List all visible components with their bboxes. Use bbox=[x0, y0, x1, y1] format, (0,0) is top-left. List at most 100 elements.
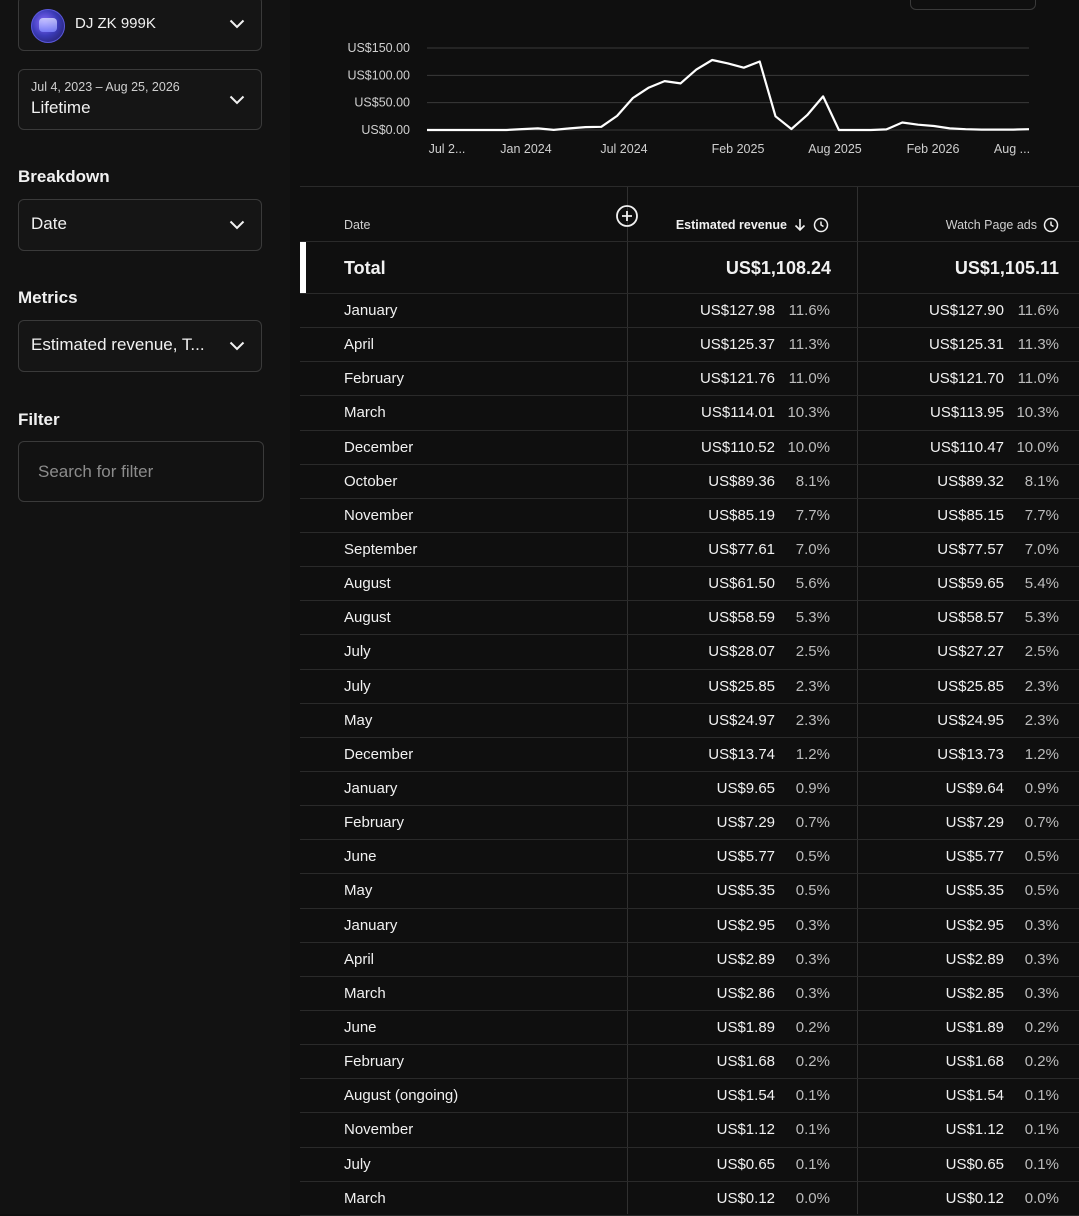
filter-label: Filter bbox=[18, 410, 60, 429]
x-tick-label: Jan 2024 bbox=[500, 142, 551, 156]
table-row[interactable]: April US$2.89 0.3% US$2.89 0.3% bbox=[300, 943, 1079, 977]
table-row[interactable]: May US$24.97 2.3% US$24.95 2.3% bbox=[300, 704, 1079, 738]
row-revenue-percent: 0.9% bbox=[795, 779, 830, 797]
table-row[interactable]: July US$0.65 0.1% US$0.65 0.1% bbox=[300, 1148, 1079, 1182]
table-row[interactable]: January US$9.65 0.9% US$9.64 0.9% bbox=[300, 772, 1079, 807]
row-date-label: January bbox=[344, 916, 398, 934]
row-date-label: February bbox=[344, 370, 405, 388]
channel-avatar bbox=[31, 9, 65, 43]
header-date[interactable]: Date bbox=[344, 218, 370, 232]
row-revenue-percent: 0.1% bbox=[795, 1121, 830, 1139]
x-tick-label: Feb 2025 bbox=[712, 142, 765, 156]
row-revenue-percent: 8.1% bbox=[795, 472, 830, 490]
row-watch-page-ads: US$77.57 bbox=[937, 540, 1004, 558]
filter-search-input[interactable] bbox=[18, 441, 264, 502]
row-watch-page-ads: US$9.64 bbox=[945, 779, 1004, 797]
row-revenue-percent: 10.3% bbox=[787, 404, 830, 422]
row-watch-page-ads-percent: 7.7% bbox=[1024, 506, 1059, 524]
channel-selector[interactable]: DJ ZK 999K bbox=[18, 0, 262, 51]
table-row[interactable]: August US$58.59 5.3% US$58.57 5.3% bbox=[300, 601, 1079, 636]
table-row[interactable]: July US$28.07 2.5% US$27.27 2.5% bbox=[300, 635, 1079, 670]
total-revenue: US$1,108.24 bbox=[725, 258, 831, 278]
row-watch-page-ads: US$27.27 bbox=[937, 643, 1004, 661]
clock-icon bbox=[813, 217, 829, 233]
header-watch-page-ads[interactable]: Watch Page ads bbox=[946, 217, 1059, 233]
row-date-label: July bbox=[344, 1155, 371, 1173]
row-watch-page-ads-percent: 0.3% bbox=[1024, 950, 1059, 968]
breakdown-value: Date bbox=[31, 214, 67, 233]
row-date-label: February bbox=[344, 1053, 405, 1071]
table-row[interactable]: March US$114.01 10.3% US$113.95 10.3% bbox=[300, 396, 1079, 431]
row-revenue-percent: 0.1% bbox=[795, 1155, 830, 1173]
x-tick-label: Feb 2026 bbox=[907, 142, 960, 156]
row-watch-page-ads: US$1.68 bbox=[945, 1053, 1004, 1071]
row-watch-page-ads-percent: 0.2% bbox=[1024, 1053, 1059, 1071]
row-revenue-percent: 10.0% bbox=[787, 438, 830, 456]
table-row[interactable]: February US$121.76 11.0% US$121.70 11.0% bbox=[300, 362, 1079, 397]
chart-series bbox=[427, 58, 1030, 132]
table-row[interactable]: October US$89.36 8.1% US$89.32 8.1% bbox=[300, 465, 1079, 499]
row-revenue: US$114.01 bbox=[701, 404, 775, 422]
row-watch-page-ads: US$25.85 bbox=[937, 677, 1004, 695]
row-watch-page-ads-percent: 10.0% bbox=[1016, 438, 1059, 456]
y-tick-label: US$0.00 bbox=[361, 123, 410, 137]
row-watch-page-ads: US$85.15 bbox=[937, 506, 1004, 524]
row-revenue: US$127.98 bbox=[699, 302, 775, 319]
table-row[interactable]: June US$5.77 0.5% US$5.77 0.5% bbox=[300, 840, 1079, 875]
channel-name: DJ ZK 999K bbox=[75, 15, 156, 32]
table-row[interactable]: September US$77.61 7.0% US$77.57 7.0% bbox=[300, 533, 1079, 568]
breakdown-dropdown[interactable]: Date bbox=[18, 199, 262, 251]
row-watch-page-ads: US$5.35 bbox=[945, 882, 1004, 900]
row-revenue-percent: 11.0% bbox=[788, 370, 830, 388]
metrics-dropdown[interactable]: Estimated revenue, T... bbox=[18, 320, 262, 372]
table-row[interactable]: July US$25.85 2.3% US$25.85 2.3% bbox=[300, 670, 1079, 704]
row-date-label: April bbox=[344, 950, 375, 968]
chart-grid bbox=[427, 47, 1029, 131]
table-row[interactable]: June US$1.89 0.2% US$1.89 0.2% bbox=[300, 1011, 1079, 1046]
row-watch-page-ads: US$7.29 bbox=[945, 814, 1004, 832]
row-watch-page-ads-percent: 5.3% bbox=[1024, 609, 1059, 627]
row-revenue: US$1.12 bbox=[716, 1121, 775, 1139]
header-estimated-revenue[interactable]: Estimated revenue bbox=[676, 217, 829, 233]
row-revenue: US$2.86 bbox=[716, 984, 775, 1002]
row-revenue: US$5.77 bbox=[716, 848, 775, 866]
row-watch-page-ads-percent: 1.2% bbox=[1024, 745, 1059, 763]
series-line[interactable] bbox=[427, 58, 1030, 132]
row-revenue: US$28.07 bbox=[708, 643, 775, 661]
row-revenue-percent: 2.3% bbox=[795, 711, 830, 729]
row-date-label: February bbox=[344, 814, 405, 832]
add-column-icon[interactable] bbox=[615, 204, 639, 228]
table-row[interactable]: November US$1.12 0.1% US$1.12 0.1% bbox=[300, 1113, 1079, 1148]
row-watch-page-ads: US$2.95 bbox=[945, 916, 1004, 934]
table-row[interactable]: January US$127.98 11.6% US$127.90 11.6% bbox=[300, 294, 1079, 329]
row-watch-page-ads: US$2.85 bbox=[945, 984, 1004, 1002]
table-row[interactable]: January US$2.95 0.3% US$2.95 0.3% bbox=[300, 909, 1079, 943]
date-range-selector[interactable]: Jul 4, 2023 – Aug 25, 2026 Lifetime bbox=[18, 69, 262, 130]
row-watch-page-ads-percent: 0.3% bbox=[1024, 916, 1059, 934]
table-row[interactable]: February US$1.68 0.2% US$1.68 0.2% bbox=[300, 1045, 1079, 1080]
table-row[interactable]: August US$61.50 5.6% US$59.65 5.4% bbox=[300, 567, 1079, 602]
table-row[interactable]: August (ongoing) US$1.54 0.1% US$1.54 0.1% bbox=[300, 1079, 1079, 1114]
table-row[interactable]: December US$13.74 1.2% US$13.73 1.2% bbox=[300, 738, 1079, 772]
table-row[interactable]: May US$5.35 0.5% US$5.35 0.5% bbox=[300, 874, 1079, 909]
row-date-label: March bbox=[344, 1189, 386, 1207]
row-revenue: US$9.65 bbox=[716, 779, 775, 797]
row-revenue-percent: 5.3% bbox=[795, 609, 830, 627]
row-watch-page-ads: US$89.32 bbox=[937, 472, 1004, 490]
row-watch-page-ads: US$127.90 bbox=[928, 302, 1004, 319]
table-row[interactable]: April US$125.37 11.3% US$125.31 11.3% bbox=[300, 328, 1079, 363]
row-revenue-percent: 0.5% bbox=[795, 848, 830, 866]
row-watch-page-ads-percent: 0.1% bbox=[1024, 1087, 1059, 1105]
table-row[interactable]: February US$7.29 0.7% US$7.29 0.7% bbox=[300, 806, 1079, 841]
table-row[interactable]: March US$0.12 0.0% US$0.12 0.0% bbox=[300, 1182, 1079, 1216]
y-tick-label: US$50.00 bbox=[354, 96, 410, 110]
table-row[interactable]: November US$85.19 7.7% US$85.15 7.7% bbox=[300, 499, 1079, 533]
row-date-label: August bbox=[344, 609, 391, 627]
row-date-label: September bbox=[344, 540, 418, 558]
table-row[interactable]: December US$110.52 10.0% US$110.47 10.0% bbox=[300, 431, 1079, 465]
row-watch-page-ads: US$5.77 bbox=[945, 848, 1004, 866]
header-estimated-revenue-label: Estimated revenue bbox=[675, 218, 787, 232]
table-row[interactable]: March US$2.86 0.3% US$2.85 0.3% bbox=[300, 977, 1079, 1011]
row-revenue-percent: 1.2% bbox=[795, 745, 830, 763]
chevron-down-icon bbox=[229, 220, 245, 230]
